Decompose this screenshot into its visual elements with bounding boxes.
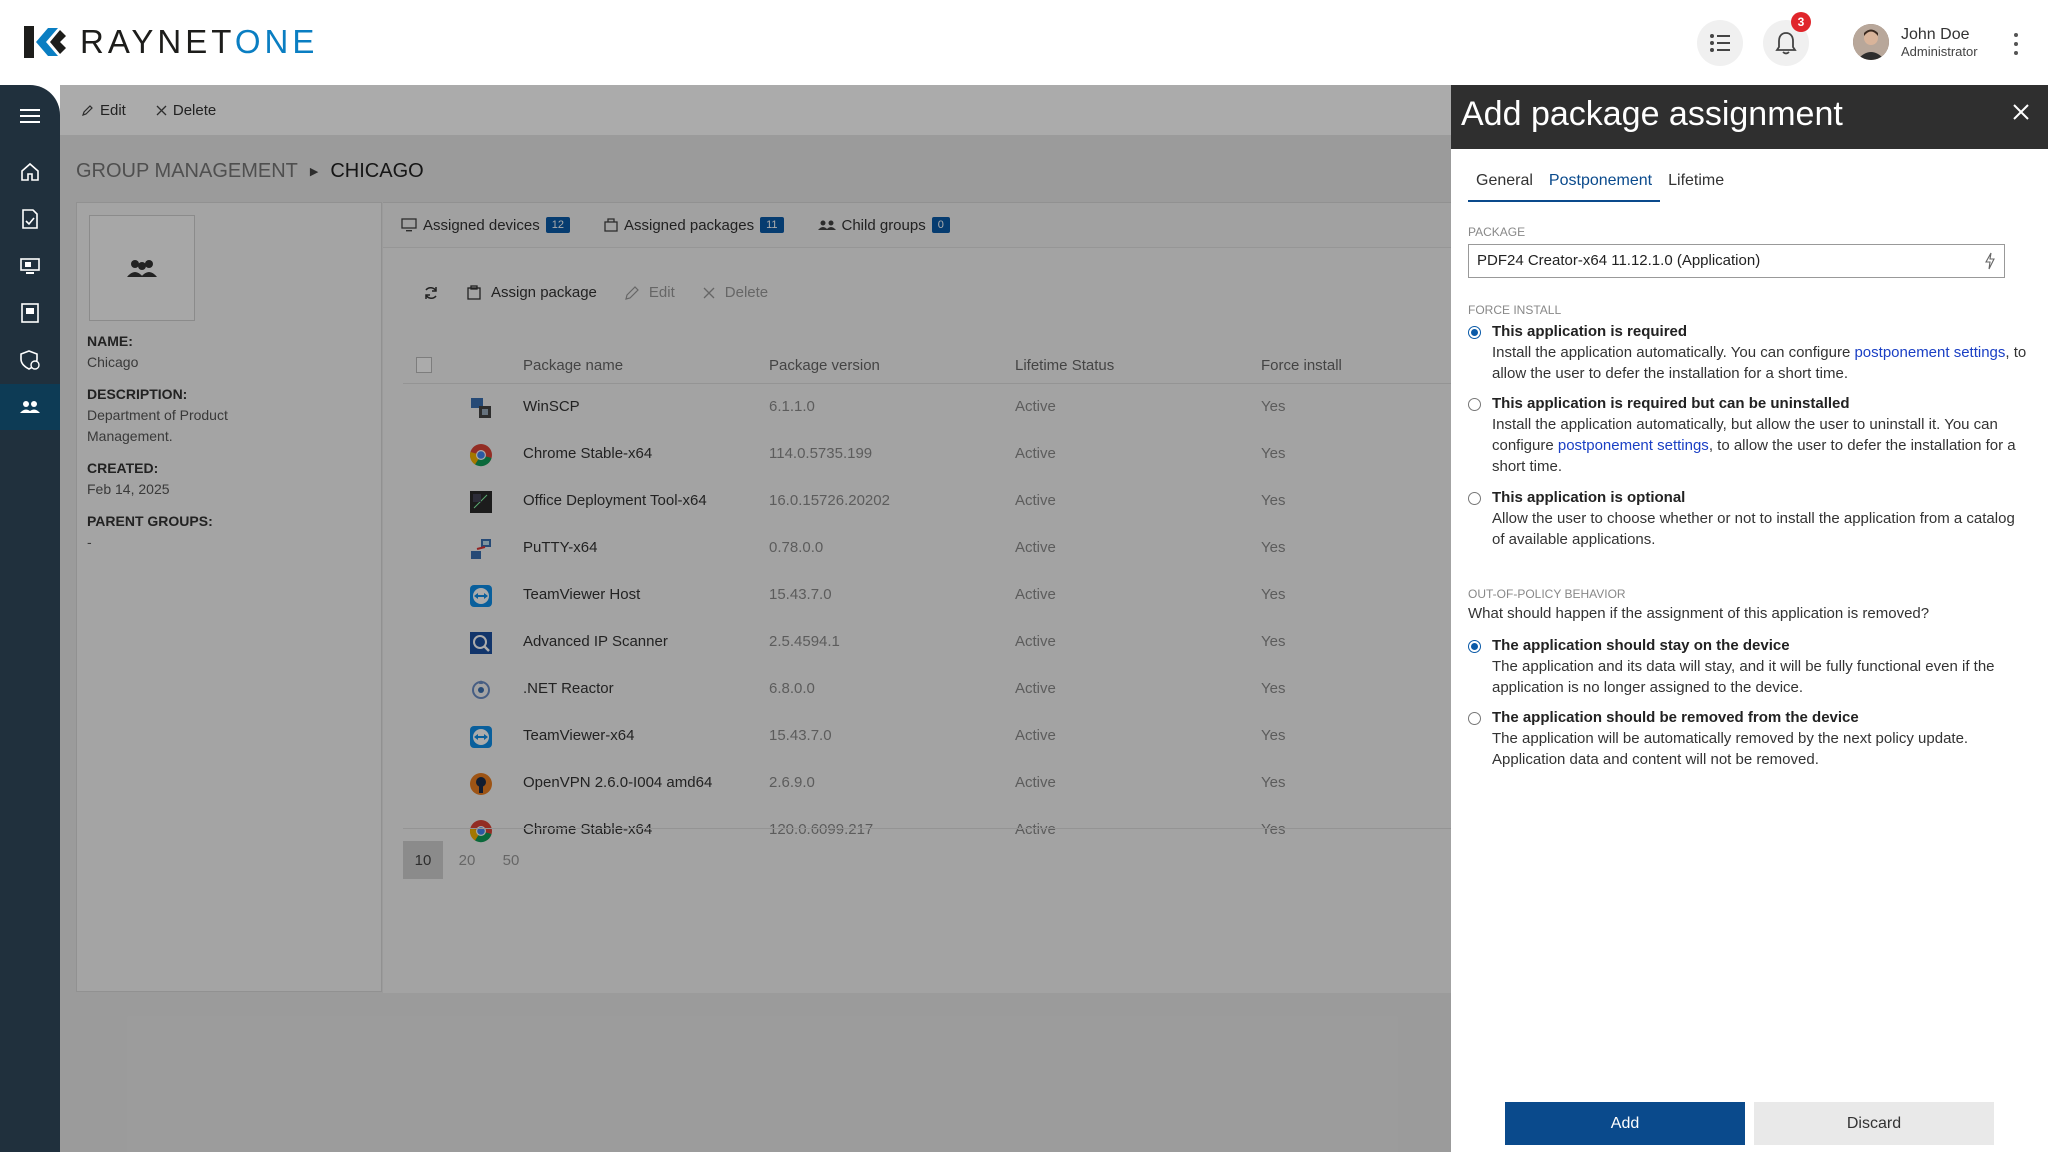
radio-stay-on-device[interactable] [1468, 640, 1481, 653]
task-list-button[interactable] [1697, 20, 1743, 66]
avatar [1853, 24, 1889, 60]
policy-icon[interactable] [0, 337, 60, 383]
user-role: Administrator [1901, 43, 1978, 59]
notifications-button[interactable]: 3 [1763, 12, 1811, 66]
radio-required-uninstallable[interactable] [1468, 398, 1481, 411]
tab-lifetime[interactable]: Lifetime [1660, 164, 1732, 202]
option-optional[interactable]: This application is optional Allow the u… [1468, 487, 2028, 550]
discard-button[interactable]: Discard [1754, 1102, 1994, 1145]
option-required[interactable]: This application is required Install the… [1468, 321, 2028, 384]
raynet-logo-icon [24, 26, 66, 58]
panel-title: Add package assignment [1461, 95, 1843, 133]
force-install-label: FORCE INSTALL [1468, 303, 1562, 317]
devices-icon[interactable] [0, 243, 60, 289]
menu-icon[interactable] [0, 93, 60, 139]
option-stay-on-device[interactable]: The application should stay on the devic… [1468, 635, 2028, 698]
out-of-policy-question: What should happen if the assignment of … [1468, 605, 1930, 622]
package-label: PACKAGE [1468, 225, 1526, 239]
packages-icon[interactable] [0, 290, 60, 336]
radio-optional[interactable] [1468, 492, 1481, 505]
groups-icon[interactable] [0, 384, 60, 430]
notification-badge: 3 [1791, 12, 1811, 32]
close-icon[interactable] [2008, 99, 2034, 125]
tab-general[interactable]: General [1468, 164, 1541, 202]
modal-overlay[interactable] [60, 85, 1451, 1152]
out-of-policy-label: OUT-OF-POLICY BEHAVIOR [1468, 587, 1626, 601]
add-button[interactable]: Add [1505, 1102, 1745, 1145]
option-remove-from-device[interactable]: The application should be removed from t… [1468, 707, 2028, 770]
package-input[interactable] [1477, 252, 1957, 269]
tab-postponement[interactable]: Postponement [1540, 164, 1661, 202]
brand-name: RAYNETONE [80, 23, 319, 60]
top-bar: RAYNETONE 3 John Doe Administrator [0, 0, 2048, 85]
left-navigation [0, 85, 60, 1152]
radio-required[interactable] [1468, 326, 1481, 339]
postponement-settings-link[interactable]: postponement settings [1558, 437, 1709, 454]
raynet-logo[interactable]: RAYNETONE [20, 22, 318, 62]
home-icon[interactable] [0, 149, 60, 195]
user-photo-icon [1853, 24, 1889, 60]
more-options-icon[interactable] [2008, 30, 2024, 58]
panel-header: Add package assignment [1451, 85, 2048, 149]
user-menu[interactable]: John Doe Administrator [1853, 24, 1978, 60]
document-icon[interactable] [0, 196, 60, 242]
package-field[interactable] [1468, 244, 2005, 278]
user-name: John Doe [1901, 25, 1970, 43]
option-required-uninstallable[interactable]: This application is required but can be … [1468, 393, 2028, 477]
bell-icon [1775, 32, 1797, 55]
radio-remove-from-device[interactable] [1468, 712, 1481, 725]
panel-tabs: General Postponement Lifetime [1468, 164, 1732, 202]
lightning-icon[interactable] [1984, 252, 1996, 270]
list-icon [1710, 34, 1730, 52]
add-package-assignment-panel: Add package assignment General Postponem… [1451, 85, 2048, 1152]
postponement-settings-link[interactable]: postponement settings [1854, 344, 2005, 361]
